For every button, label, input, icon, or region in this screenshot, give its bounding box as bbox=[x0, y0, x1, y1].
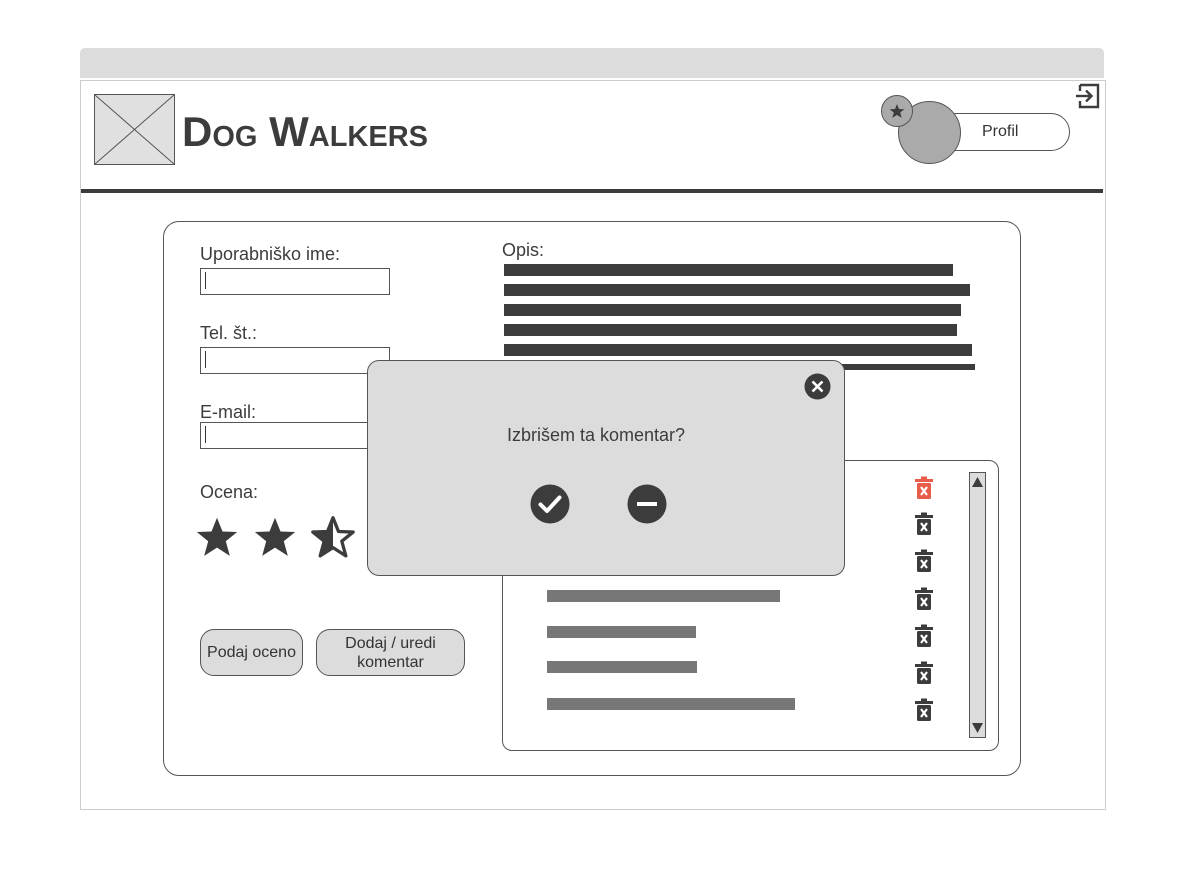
confirm-delete-dialog bbox=[367, 360, 845, 576]
delete-comment-icon[interactable] bbox=[914, 624, 934, 648]
username-input[interactable] bbox=[200, 268, 390, 295]
username-label: Uporabniško ime: bbox=[200, 244, 341, 264]
rating-label: Ocena: bbox=[200, 482, 259, 502]
delete-comment-icon-active[interactable] bbox=[914, 476, 934, 500]
email-label: E-mail: bbox=[200, 402, 257, 422]
description-text-line bbox=[504, 284, 970, 296]
edit-comment-button[interactable]: Dodaj / uredi komentar bbox=[316, 629, 465, 676]
comment-text-line bbox=[547, 590, 780, 602]
comment-text-line bbox=[547, 626, 696, 638]
scroll-up-arrow-icon[interactable] bbox=[970, 475, 985, 489]
rating-star-1-icon[interactable] bbox=[195, 515, 239, 559]
delete-comment-icon[interactable] bbox=[914, 661, 934, 685]
username-field-wrap bbox=[200, 268, 390, 295]
comment-text-line bbox=[547, 661, 697, 673]
comments-scrollbar[interactable] bbox=[969, 472, 986, 738]
favorite-badge bbox=[881, 95, 913, 127]
description-text-line bbox=[504, 344, 972, 356]
phone-field-wrap bbox=[200, 347, 390, 374]
check-circle-icon[interactable] bbox=[530, 484, 570, 524]
app-title: Dog Walkers bbox=[182, 108, 428, 155]
phone-input[interactable] bbox=[200, 347, 390, 374]
comment-text-line bbox=[547, 698, 795, 710]
delete-comment-icon[interactable] bbox=[914, 587, 934, 611]
dialog-message: Izbrišem ta komentar? bbox=[506, 425, 686, 445]
description-text-line bbox=[504, 324, 957, 336]
star-icon bbox=[889, 104, 905, 118]
text-caret bbox=[205, 272, 206, 289]
text-caret bbox=[205, 351, 206, 368]
delete-comment-icon[interactable] bbox=[914, 549, 934, 573]
close-icon[interactable] bbox=[804, 373, 831, 400]
scroll-down-arrow-icon[interactable] bbox=[970, 721, 985, 735]
text-caret bbox=[205, 426, 206, 443]
rating-star-half-icon[interactable] bbox=[311, 515, 355, 559]
delete-comment-icon[interactable] bbox=[914, 512, 934, 536]
profile-label: Profil bbox=[982, 123, 1019, 140]
description-label: Opis: bbox=[502, 240, 545, 260]
window-title-bar bbox=[80, 48, 1104, 78]
rate-button[interactable]: Podaj oceno bbox=[200, 629, 303, 676]
email-input[interactable] bbox=[200, 422, 390, 449]
logo-image-placeholder bbox=[94, 94, 175, 165]
logout-button[interactable] bbox=[1074, 82, 1102, 110]
description-text-line bbox=[504, 264, 953, 276]
description-text-line bbox=[504, 304, 961, 316]
delete-comment-icon[interactable] bbox=[914, 698, 934, 722]
rating-star-2-icon[interactable] bbox=[253, 515, 297, 559]
email-field-wrap bbox=[200, 422, 390, 449]
phone-label: Tel. št.: bbox=[200, 323, 258, 343]
minus-circle-icon[interactable] bbox=[627, 484, 667, 524]
logout-icon bbox=[1076, 83, 1100, 109]
header-divider bbox=[81, 189, 1103, 193]
